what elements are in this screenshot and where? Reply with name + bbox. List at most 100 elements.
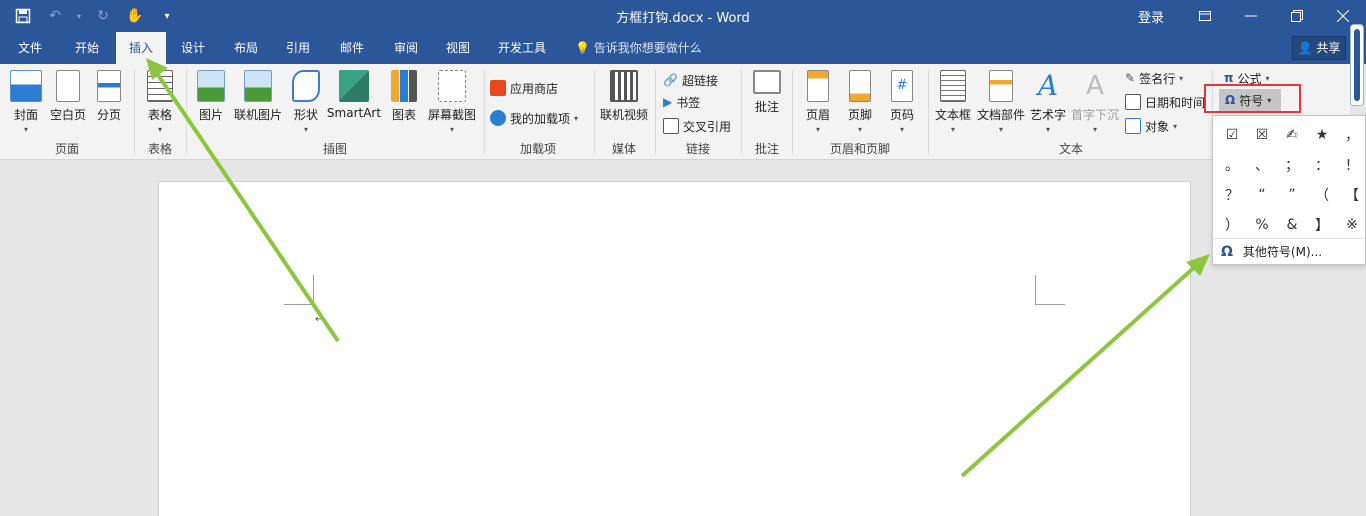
signature-label: 签名行 [1139,71,1176,86]
symbol-cell[interactable]: 【 [1337,180,1366,210]
symbol-cell[interactable]: ☑ [1217,120,1247,150]
quickparts-button[interactable]: 文档部件 ▾ [975,70,1027,134]
bookmark-icon: ▶ [663,95,673,109]
online-video-button[interactable]: 联机视频 [598,70,650,123]
screenshot-button[interactable]: 屏幕截图 ▾ [424,70,480,134]
tab-review[interactable]: 审阅 [386,32,426,64]
restore-icon[interactable] [1274,0,1320,32]
online-picture-label: 联机图片 [233,108,282,122]
symbol-cell[interactable]: 。 [1217,150,1247,180]
dropdown-arrow-icon: ▾ [1179,73,1184,83]
symbol-cell[interactable]: ， [1337,120,1366,150]
dropdown-arrow-icon: ▾ [899,125,904,134]
table-button[interactable]: 表格 ▾ [142,70,178,134]
signature-line-button[interactable]: ✎ 签名行 ▾ [1125,68,1183,88]
symbol-cell[interactable]: & [1277,210,1307,240]
group-label-text: 文本 [1058,142,1083,156]
store-button[interactable]: 应用商店 [490,78,558,98]
my-addins-button[interactable]: 我的加载项 ▾ [490,108,578,128]
symbol-cell[interactable]: ； [1277,150,1307,180]
textbox-button[interactable]: 文本框 ▾ [933,70,973,134]
symbol-cell[interactable]: ★ [1307,120,1337,150]
tab-design[interactable]: 设计 [172,32,214,64]
symbol-cell[interactable]: ” [1277,180,1307,210]
quickparts-icon [989,70,1013,102]
chart-button[interactable]: 图表 [388,70,420,123]
symbol-cell[interactable]: ？ [1217,180,1247,210]
group-label-illustrations: 插图 [322,142,347,156]
object-button[interactable]: 对象 ▾ [1125,116,1177,136]
dropdown-arrow-icon: ▾ [1265,73,1270,83]
person-icon: 👤 [1297,41,1313,55]
group-label-media: 媒体 [611,142,636,156]
share-button[interactable]: 👤 共享 [1292,36,1346,60]
symbol-cell[interactable]: 、 [1247,150,1277,180]
shapes-button[interactable]: 形状 ▾ [290,70,322,134]
symbol-cell[interactable]: 】 [1307,210,1337,240]
more-symbols-item[interactable]: Ω 其他符号(M)... [1213,238,1365,264]
crop-mark-left [284,275,314,305]
lightbulb-icon: 💡 [575,41,590,55]
paragraph-mark-icon: ↵ [315,314,324,325]
footer-button[interactable]: 页脚 ▾ [842,70,878,134]
datetime-button[interactable]: 日期和时间 [1125,92,1205,112]
tab-home[interactable]: 开始 [64,32,110,64]
tab-layout[interactable]: 布局 [226,32,266,64]
crossref-label: 交叉引用 [683,119,732,134]
ribbon-scrollbar[interactable] [1350,24,1364,106]
smartart-button[interactable]: SmartArt [326,70,382,120]
hyperlink-label: 超链接 [681,73,718,88]
screenshot-icon [438,70,466,102]
symbol-cell[interactable]: ！ [1337,150,1366,180]
blank-page-label: 空白页 [49,108,86,122]
tab-view[interactable]: 视图 [438,32,478,64]
minimize-icon[interactable] [1228,0,1274,32]
document-page[interactable]: ↵ [158,181,1191,516]
share-label: 共享 [1316,41,1341,55]
chart-label: 图表 [391,108,416,122]
tab-insert[interactable]: 插入 [116,32,166,64]
tab-references[interactable]: 引用 [278,32,318,64]
blank-page-button[interactable]: 空白页 [48,70,88,123]
comment-button[interactable]: 批注 [748,70,786,115]
tab-developer[interactable]: 开发工具 [492,32,552,64]
store-label: 应用商店 [510,81,559,96]
page-break-button[interactable]: 分页 [94,70,124,123]
crossref-button[interactable]: 交叉引用 [663,116,731,136]
cover-page-button[interactable]: 封面 ▾ [8,70,44,134]
my-addins-label: 我的加载项 [510,111,571,126]
page-number-button[interactable]: # 页码 ▾ [884,70,920,134]
picture-button[interactable]: 图片 [194,70,228,123]
picture-label: 图片 [198,108,223,122]
login-link[interactable]: 登录 [1138,7,1164,26]
scrollbar-thumb[interactable] [1354,29,1360,101]
page-number-label: 页码 [889,108,914,122]
tab-file[interactable]: 文件 [8,32,52,64]
symbol-cell[interactable]: ※ [1337,210,1366,240]
group-label-pages: 页面 [54,142,79,156]
title-bar: ↶ ▾ ↻ ✋ ▾ 方框打钩.docx - Word 登录 [0,0,1366,32]
symbol-cell[interactable]: ✍ [1277,120,1307,150]
tab-mailings[interactable]: 邮件 [332,32,372,64]
ribbon-tabs: 文件 开始 插入 设计 布局 引用 邮件 审阅 视图 开发工具 💡 告诉我你想要… [0,32,1366,64]
header-button[interactable]: 页眉 ▾ [800,70,836,134]
smartart-label: SmartArt [326,106,382,120]
online-picture-button[interactable]: 联机图片 [232,70,284,123]
object-icon [1125,118,1141,134]
tell-me-box[interactable]: 💡 告诉我你想要做什么 [575,32,702,64]
symbol-cell[interactable]: ☒ [1247,120,1277,150]
wordart-button[interactable]: A 艺术字 ▾ [1028,70,1068,135]
dropcap-icon: A [1086,71,1104,101]
group-separator [655,69,656,155]
hyperlink-button[interactable]: 🔗 超链接 [663,70,718,90]
symbol-cell[interactable]: % [1247,210,1277,240]
cover-page-icon [10,70,42,102]
symbol-cell[interactable]: “ [1247,180,1277,210]
bookmark-button[interactable]: ▶ 书签 [663,92,700,112]
calendar-icon [1125,94,1141,110]
dropcap-button[interactable]: A 首字下沉 ▾ [1070,70,1120,134]
symbol-cell[interactable]: ： [1307,150,1337,180]
symbol-cell[interactable]: ） [1217,210,1247,240]
ribbon-display-icon[interactable] [1182,0,1228,32]
symbol-cell[interactable]: （ [1307,180,1337,210]
